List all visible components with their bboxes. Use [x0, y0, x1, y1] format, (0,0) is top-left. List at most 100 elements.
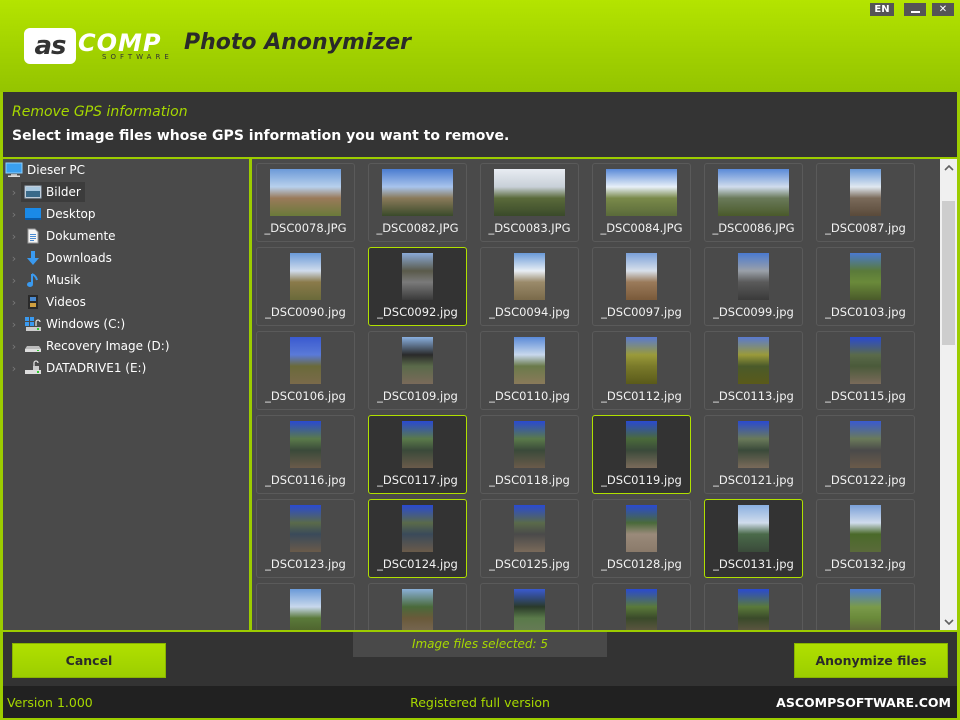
image-tile[interactable]: _DSC0086.JPG [704, 163, 803, 242]
image-tile[interactable]: _DSC0131.jpg [704, 499, 803, 578]
expand-chevron-icon[interactable]: › [7, 252, 21, 265]
chevron-up-icon [943, 164, 954, 171]
tree-root-dieser-pc[interactable]: Dieser PC [5, 159, 85, 181]
image-tile[interactable]: _DSC0119.jpg [592, 415, 691, 494]
image-tile[interactable]: _DSC0099.jpg [704, 247, 803, 326]
image-tile[interactable]: _DSC0124.jpg [368, 499, 467, 578]
image-filename: _DSC0103.jpg [825, 305, 906, 319]
tree-item-videos[interactable]: › Videos [3, 291, 86, 313]
image-tile[interactable] [480, 583, 579, 630]
selection-count-status: Image files selected: 5 [353, 632, 607, 657]
grid-scrollbar[interactable] [940, 159, 957, 630]
instruction-panel: Remove GPS information Select image file… [3, 92, 957, 157]
image-tile[interactable]: _DSC0112.jpg [592, 331, 691, 410]
tree-item-bilder[interactable]: › Bilder [3, 181, 85, 203]
expand-chevron-icon[interactable]: › [7, 340, 21, 353]
image-tile[interactable]: _DSC0113.jpg [704, 331, 803, 410]
image-tile[interactable]: _DSC0090.jpg [256, 247, 355, 326]
image-tile[interactable]: _DSC0128.jpg [592, 499, 691, 578]
image-filename: _DSC0084.JPG [600, 221, 683, 235]
image-tile[interactable]: _DSC0103.jpg [816, 247, 915, 326]
image-tile[interactable]: _DSC0110.jpg [480, 331, 579, 410]
scrollbar-thumb[interactable] [942, 201, 955, 345]
scroll-down-button[interactable] [940, 613, 957, 630]
image-thumbnail [626, 505, 657, 552]
expand-chevron-icon[interactable]: › [7, 318, 21, 331]
image-thumbnail [626, 421, 657, 468]
image-tile[interactable]: _DSC0084.JPG [592, 163, 691, 242]
tree-item-label: Downloads [46, 251, 112, 265]
image-filename: _DSC0121.jpg [713, 473, 794, 487]
image-tile[interactable]: _DSC0132.jpg [816, 499, 915, 578]
image-tile[interactable]: _DSC0109.jpg [368, 331, 467, 410]
image-tile[interactable]: _DSC0083.JPG [480, 163, 579, 242]
step-title: Select image files whose GPS information… [12, 128, 510, 144]
image-tile[interactable] [368, 583, 467, 630]
image-tile[interactable] [592, 583, 691, 630]
image-thumbnail [850, 421, 881, 468]
image-tile[interactable]: _DSC0092.jpg [368, 247, 467, 326]
image-tile[interactable]: _DSC0087.jpg [816, 163, 915, 242]
image-tile[interactable] [816, 583, 915, 630]
close-button[interactable]: ✕ [932, 3, 954, 16]
image-filename: _DSC0122.jpg [825, 473, 906, 487]
tree-item-desktop[interactable]: › Desktop [3, 203, 96, 225]
website-link[interactable]: ASCOMPSOFTWARE.COM [776, 695, 951, 710]
image-tile[interactable]: _DSC0094.jpg [480, 247, 579, 326]
image-thumbnail [738, 421, 769, 468]
tree-item-datadrive1-e[interactable]: › DATADRIVE1 (E:) [3, 357, 146, 379]
expand-chevron-icon[interactable]: › [7, 230, 21, 243]
expand-chevron-icon[interactable]: › [7, 186, 21, 199]
image-thumbnail [850, 253, 881, 300]
expand-chevron-icon[interactable]: › [7, 208, 21, 221]
image-tile[interactable]: _DSC0097.jpg [592, 247, 691, 326]
image-tile[interactable]: _DSC0116.jpg [256, 415, 355, 494]
app-title: Photo Anonymizer [184, 30, 412, 55]
tree-item-content: Windows (C:) [21, 314, 125, 334]
tree-item-recovery-image-d[interactable]: › Recovery Image (D:) [3, 335, 170, 357]
minimize-button[interactable] [904, 3, 926, 16]
expand-chevron-icon[interactable]: › [7, 296, 21, 309]
image-thumbnail [850, 505, 881, 552]
image-tile[interactable]: _DSC0115.jpg [816, 331, 915, 410]
image-tile[interactable]: _DSC0121.jpg [704, 415, 803, 494]
tree-item-windows-c[interactable]: › Windows (C:) [3, 313, 125, 335]
image-thumbnail [626, 589, 657, 630]
image-filename: _DSC0113.jpg [713, 389, 794, 403]
cancel-button[interactable]: Cancel [12, 643, 166, 678]
image-tile[interactable]: _DSC0125.jpg [480, 499, 579, 578]
tree-item-content: Desktop [21, 204, 96, 224]
ascomp-logo: as COMP SOFTWARE [24, 28, 169, 64]
image-thumbnail [626, 253, 657, 300]
expand-chevron-icon[interactable]: › [7, 274, 21, 287]
anonymize-files-button[interactable]: Anonymize files [794, 643, 948, 678]
image-tile[interactable]: _DSC0106.jpg [256, 331, 355, 410]
image-thumbnail [290, 505, 321, 552]
language-button[interactable]: EN [870, 3, 894, 16]
image-grid: _DSC0078.JPG _DSC0082.JPG _DSC0083.JPG _DSC… [252, 159, 940, 630]
tree-item-downloads[interactable]: › Downloads [3, 247, 112, 269]
image-tile[interactable]: _DSC0122.jpg [816, 415, 915, 494]
tree-item-content: Musik [21, 270, 81, 290]
drive-icon [24, 338, 42, 354]
tree-item-musik[interactable]: › Musik [3, 269, 81, 291]
tree-item-label: Desktop [46, 207, 96, 221]
image-filename: _DSC0078.JPG [264, 221, 347, 235]
scroll-up-button[interactable] [940, 159, 957, 176]
step-subtitle: Remove GPS information [12, 104, 188, 120]
tree-item-content: Bilder [21, 182, 85, 202]
expand-chevron-icon[interactable]: › [7, 362, 21, 375]
image-tile[interactable]: _DSC0118.jpg [480, 415, 579, 494]
image-filename: _DSC0128.jpg [601, 557, 682, 571]
image-thumbnail [850, 337, 881, 384]
image-tile[interactable]: _DSC0078.JPG [256, 163, 355, 242]
image-tile[interactable]: _DSC0123.jpg [256, 499, 355, 578]
image-thumbnail [850, 589, 881, 630]
image-tile[interactable]: _DSC0117.jpg [368, 415, 467, 494]
image-tile[interactable] [256, 583, 355, 630]
image-tile[interactable] [704, 583, 803, 630]
image-tile[interactable]: _DSC0082.JPG [368, 163, 467, 242]
desktop-folder-icon [24, 206, 42, 222]
tree-item-dokumente[interactable]: › Dokumente [3, 225, 116, 247]
tree-item-label: DATADRIVE1 (E:) [46, 361, 147, 375]
